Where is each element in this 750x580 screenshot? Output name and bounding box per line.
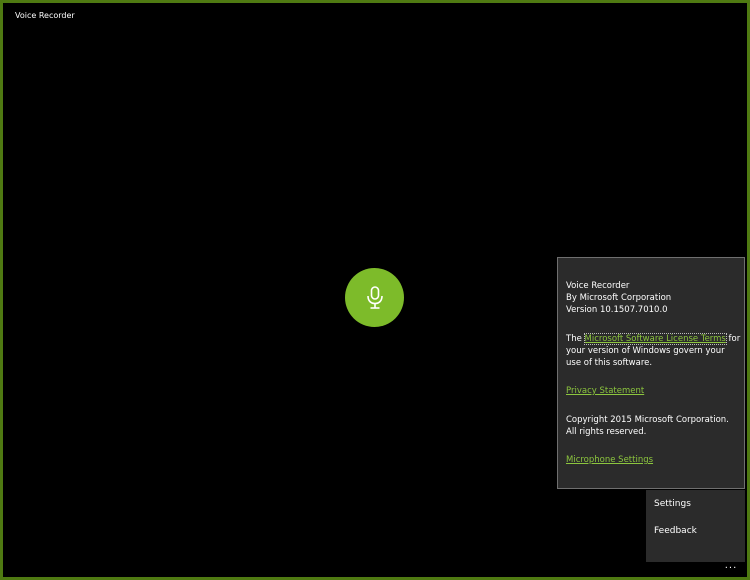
app-menu: Settings Feedback xyxy=(646,490,745,562)
record-button[interactable] xyxy=(345,268,404,327)
microphone-paragraph: Microphone Settings xyxy=(566,454,653,466)
copyright-text: Copyright 2015 Microsoft Corporation. Al… xyxy=(566,414,742,438)
privacy-paragraph: Privacy Statement xyxy=(566,385,644,397)
license-terms-link[interactable]: Microsoft Software License Terms xyxy=(585,334,726,344)
microphone-icon xyxy=(364,285,386,311)
more-options-button[interactable]: ... xyxy=(720,562,742,574)
privacy-statement-link[interactable]: Privacy Statement xyxy=(566,386,644,396)
menu-item-feedback[interactable]: Feedback xyxy=(654,526,697,536)
microphone-settings-link[interactable]: Microphone Settings xyxy=(566,455,653,465)
menu-item-settings[interactable]: Settings xyxy=(654,499,691,509)
about-app-name: Voice Recorder xyxy=(566,280,629,292)
license-prefix: The xyxy=(566,334,585,344)
window-title: Voice Recorder xyxy=(15,11,75,20)
license-paragraph: The Microsoft Software License Terms for… xyxy=(566,333,742,369)
title-bar[interactable]: Voice Recorder xyxy=(6,6,744,24)
about-version: Version 10.1507.7010.0 xyxy=(566,304,668,316)
about-panel: Voice Recorder By Microsoft Corporation … xyxy=(557,257,745,489)
about-publisher: By Microsoft Corporation xyxy=(566,292,671,304)
